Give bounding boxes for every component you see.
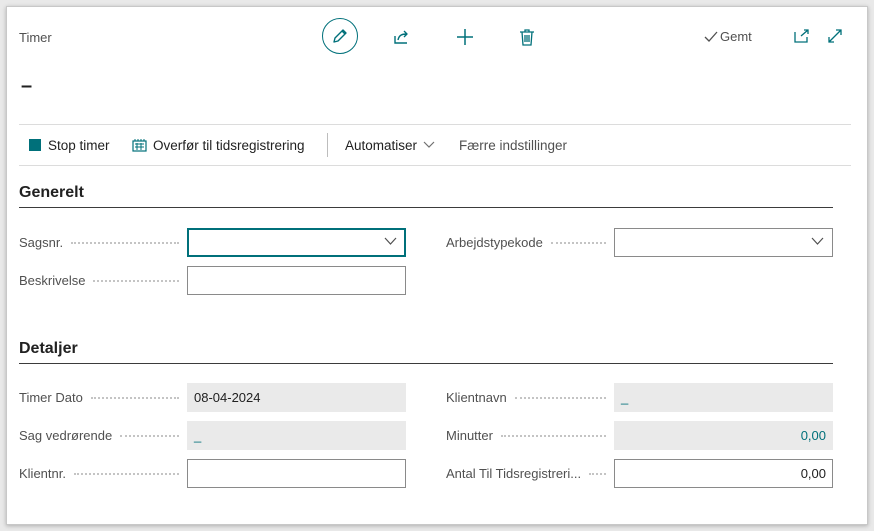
open-new-window-icon (794, 29, 809, 43)
new-button[interactable] (453, 25, 477, 49)
action-separator (327, 133, 328, 157)
open-in-new-window-button[interactable] (792, 26, 812, 46)
section-title-general[interactable]: Generelt (19, 184, 84, 202)
minutes-field[interactable]: 0,00 (614, 421, 833, 450)
automate-menu[interactable]: Automatiser (345, 125, 435, 165)
section-divider (19, 207, 833, 208)
record-title: – (21, 75, 33, 97)
plus-icon (457, 29, 473, 45)
transfer-to-time-registration-action[interactable]: Overfør til tidsregistrering (132, 125, 305, 165)
label-dots (73, 473, 179, 475)
label-dots (514, 397, 606, 399)
client-name-field[interactable]: _ (614, 383, 833, 412)
client-name-label: Klientnavn (446, 388, 612, 406)
label-dots (589, 473, 606, 475)
fewer-options-action[interactable]: Færre indstillinger (459, 125, 567, 165)
description-field[interactable] (187, 266, 406, 295)
chevron-down-icon (423, 141, 435, 148)
pencil-icon (333, 29, 347, 43)
checkmark-icon (704, 31, 718, 42)
stop-timer-label: Stop timer (48, 137, 110, 153)
minutes-label: Minutter (446, 426, 612, 444)
label-dots (500, 435, 606, 437)
label-dots (120, 435, 179, 437)
chevron-down-icon (811, 237, 824, 245)
page-caption: Timer (19, 30, 52, 45)
share-button[interactable] (391, 26, 413, 48)
case-regarding-field[interactable]: _ (187, 421, 406, 450)
chevron-down-icon (384, 237, 397, 245)
section-divider (19, 363, 833, 364)
qty-to-time-registration-field[interactable]: 0,00 (614, 459, 833, 488)
delete-button[interactable] (516, 26, 538, 48)
trash-icon (520, 29, 534, 46)
client-no-field[interactable] (187, 459, 406, 488)
label-dots (90, 397, 179, 399)
section-title-details[interactable]: Detaljer (19, 340, 78, 358)
action-bar: Stop timer Overfør til tidsregistrering … (19, 124, 851, 166)
label-dots (550, 242, 606, 244)
case-no-label: Sagsnr. (19, 233, 185, 251)
work-type-code-label: Arbejdstypekode (446, 233, 612, 251)
label-dots (71, 242, 179, 244)
automate-label: Automatiser (345, 137, 418, 153)
qty-to-time-registration-label: Antal Til Tidsregistreri... (446, 464, 612, 482)
saved-status: Gemt (704, 29, 752, 44)
timer-date-field: 08-04-2024 (187, 383, 406, 412)
case-regarding-label: Sag vedrørende (19, 426, 185, 444)
page-card: Timer Gemt – Stop timer Overfør til tids… (6, 6, 868, 525)
label-dots (93, 280, 179, 282)
edit-button[interactable] (322, 18, 358, 54)
client-no-label: Klientnr. (19, 464, 185, 482)
expand-icon (828, 29, 842, 43)
share-icon (394, 30, 408, 44)
transfer-label: Overfør til tidsregistrering (153, 137, 305, 153)
stop-icon (29, 139, 41, 151)
expand-button[interactable] (825, 26, 845, 46)
work-type-code-field[interactable] (614, 228, 833, 257)
timer-date-label: Timer Dato (19, 388, 185, 406)
transfer-register-icon (132, 139, 147, 152)
case-no-field[interactable] (187, 228, 406, 257)
saved-label: Gemt (720, 29, 752, 44)
stop-timer-action[interactable]: Stop timer (29, 125, 110, 165)
description-label: Beskrivelse (19, 271, 185, 289)
